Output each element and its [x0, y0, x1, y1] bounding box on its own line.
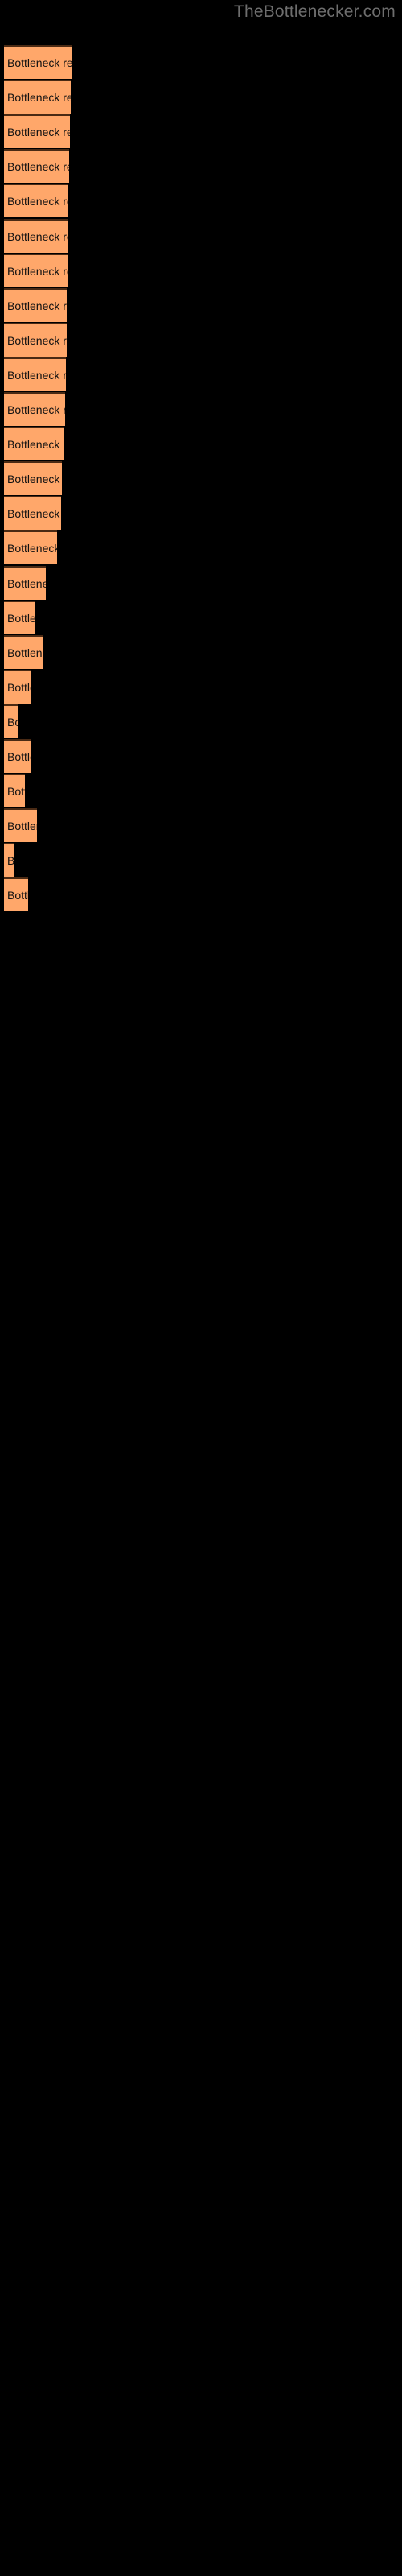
bar-label: Bottleneck result: [7, 229, 68, 243]
bottleneck-bar-chart: TheBottlenecker.com Bottleneck resultBot…: [0, 0, 402, 2576]
bar-label: Bottleneck result: [7, 403, 65, 416]
bars-layer: Bottleneck result Bottleneck result Bottle…: [0, 0, 402, 2576]
bar-label-clip: Bottleneck result: [4, 704, 18, 738]
bar-label: Bottleneck result: [7, 542, 57, 555]
bar-label: Bottleneck result: [7, 333, 67, 347]
bar-label: Bottleneck result: [7, 438, 64, 452]
bar-label-clip: Bottleneck result: [4, 323, 67, 357]
bar-label-clip: Bottleneck result: [4, 392, 65, 426]
bar-label: Bottleneck result: [7, 611, 35, 625]
bar-label: Bottleneck result: [7, 473, 62, 486]
bar-label-clip: Bottleneck result: [4, 530, 57, 564]
bar-label: Bottleneck result: [7, 507, 61, 521]
bar-label: Bottleneck result: [7, 646, 43, 659]
bar-label: Bottleneck result: [7, 160, 69, 174]
bar-label: Bottleneck result: [7, 91, 71, 105]
bar-label: Bottleneck result: [7, 750, 31, 763]
bar-label-clip: Bottleneck result: [4, 288, 67, 322]
bar-label-clip: Bottleneck result: [4, 566, 46, 600]
bar-label: Bottleneck result: [7, 368, 66, 382]
bar-label: Bottleneck result: [7, 299, 67, 312]
bar-label-clip: Bottleneck result: [4, 219, 68, 253]
bar-label: Bottleneck result: [7, 264, 68, 278]
bar-label: Bottleneck result: [7, 126, 70, 139]
bar-label-clip: Bottleneck result: [4, 601, 35, 634]
bar-label-clip: Bottleneck result: [4, 808, 37, 842]
bar-label-clip: Bottleneck result: [4, 254, 68, 287]
bar-label: Bottleneck result: [7, 715, 18, 729]
bar-label-clip: Bottleneck result: [4, 149, 69, 183]
bar-label-clip: Bottleneck result: [4, 357, 66, 391]
bar-label-clip: Bottleneck result: [4, 427, 64, 460]
bar-label-clip: Bottleneck result: [4, 635, 43, 669]
bar-label-clip: Bottleneck result: [4, 114, 70, 148]
bar-label: Bottleneck result: [7, 785, 25, 799]
bar-label: Bottleneck result: [7, 854, 14, 868]
bar-label-clip: Bottleneck result: [4, 496, 61, 530]
bar-label: Bottleneck result: [7, 819, 37, 833]
bar-label-clip: Bottleneck result: [4, 670, 31, 704]
bar-label-clip: Bottle: [4, 877, 28, 911]
bar-label-clip: Bottleneck result: [4, 774, 25, 807]
bar-label-clip: Bottleneck result: [4, 184, 68, 217]
bar-label: Bottleneck result: [7, 56, 72, 69]
bar-label-clip: Bottleneck result: [4, 461, 62, 495]
bar-label: Bottle: [7, 889, 28, 902]
bar-label-clip: Bottleneck result: [4, 739, 31, 773]
bar-label-clip: Bottleneck result: [4, 843, 14, 877]
bar-label: Bottleneck result: [7, 680, 31, 694]
bar-label: Bottleneck result: [7, 576, 46, 590]
bar-label-clip: Bottleneck result: [4, 45, 72, 79]
bar-label: Bottleneck result: [7, 195, 68, 208]
bar-label-clip: Bottleneck result: [4, 80, 71, 114]
